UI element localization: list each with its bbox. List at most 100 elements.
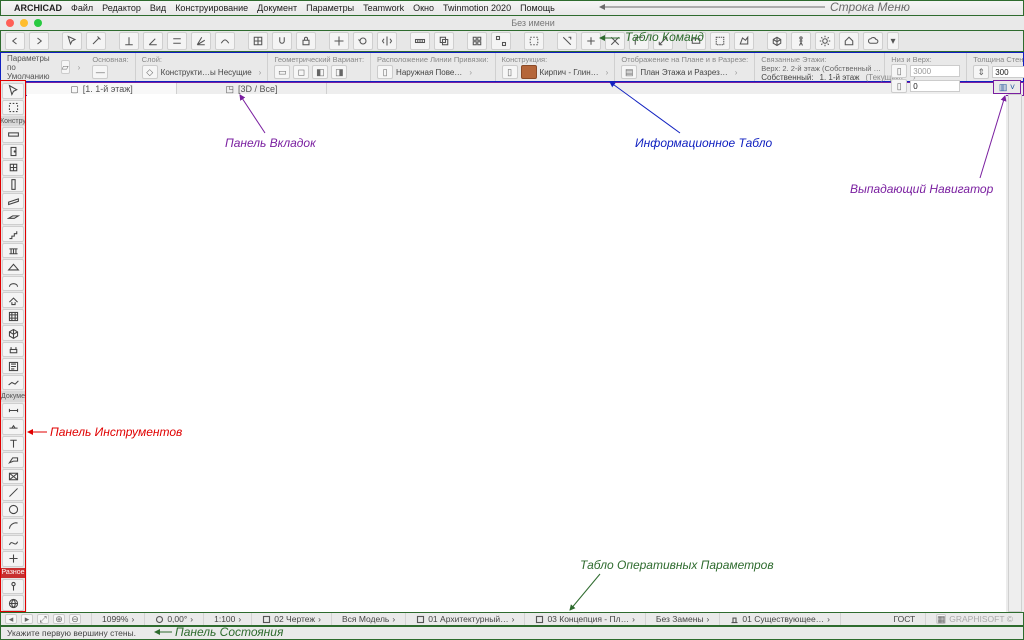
- roof-tool[interactable]: [2, 259, 24, 275]
- zoom-value[interactable]: 1099%: [102, 614, 128, 624]
- label-tool[interactable]: [2, 452, 24, 468]
- stair-tool[interactable]: [2, 226, 24, 242]
- rotate-button[interactable]: [353, 32, 373, 50]
- qb-i2[interactable]: ▸: [21, 614, 33, 624]
- object-tool[interactable]: [2, 342, 24, 358]
- defaults-caret-icon[interactable]: [74, 63, 81, 72]
- grid-button[interactable]: [248, 32, 268, 50]
- layer-icon[interactable]: ◇: [142, 65, 158, 79]
- skylight-tool[interactable]: [2, 292, 24, 308]
- bisector-button[interactable]: [191, 32, 211, 50]
- close-icon[interactable]: [6, 19, 14, 27]
- info-constr-value[interactable]: Кирпич - Глин…: [540, 68, 599, 77]
- fill-tool[interactable]: [2, 469, 24, 485]
- menu-teamwork[interactable]: Teamwork: [363, 3, 404, 13]
- ref-icon[interactable]: ▯: [377, 65, 393, 79]
- fillet-button[interactable]: [629, 32, 649, 50]
- eyedrop-button[interactable]: [86, 32, 106, 50]
- drawing-canvas[interactable]: [27, 94, 1006, 612]
- lock-button[interactable]: [296, 32, 316, 50]
- menu-view[interactable]: Вид: [150, 3, 166, 13]
- beam-tool[interactable]: [2, 193, 24, 209]
- qi-override[interactable]: Без Замены: [656, 614, 704, 624]
- tb-top-icon[interactable]: ▯: [891, 64, 907, 78]
- ungroup-button[interactable]: [491, 32, 511, 50]
- angle-guide-button[interactable]: [143, 32, 163, 50]
- level-tool[interactable]: [2, 419, 24, 435]
- cloud-dd-button[interactable]: ▾: [887, 32, 899, 50]
- column-tool[interactable]: [2, 177, 24, 193]
- morph-tool[interactable]: [2, 325, 24, 341]
- vertical-scrollbar[interactable]: [1008, 94, 1022, 612]
- trace-button[interactable]: [434, 32, 454, 50]
- undo-button[interactable]: [5, 32, 25, 50]
- qb-i3[interactable]: ⤢: [37, 614, 49, 624]
- geom-opt1[interactable]: ▭: [274, 65, 290, 79]
- line-tool[interactable]: [2, 485, 24, 501]
- mesh-tool[interactable]: [2, 375, 24, 391]
- geom-opt2[interactable]: ◻: [293, 65, 309, 79]
- group-button[interactable]: [467, 32, 487, 50]
- info-layer-value[interactable]: Конструкти…ы Несущие: [161, 68, 252, 77]
- arc-tool[interactable]: [2, 518, 24, 534]
- resize-button[interactable]: [653, 32, 673, 50]
- drag-button[interactable]: [329, 32, 349, 50]
- qb-i1[interactable]: ◂: [5, 614, 17, 624]
- parallel-guide-button[interactable]: [167, 32, 187, 50]
- adjust-button[interactable]: [581, 32, 601, 50]
- fence-button[interactable]: [710, 32, 730, 50]
- qi-concept[interactable]: 03 Концепция - Пл…: [547, 614, 629, 624]
- info-ref-value[interactable]: Наружная Пове…: [396, 68, 462, 77]
- qi-model[interactable]: Вся Модель: [342, 614, 389, 624]
- minimize-icon[interactable]: [20, 19, 28, 27]
- suspend-button[interactable]: [524, 32, 544, 50]
- shell-tool[interactable]: [2, 276, 24, 292]
- menu-window[interactable]: Окно: [413, 3, 434, 13]
- menu-document[interactable]: Документ: [257, 3, 297, 13]
- door-tool[interactable]: [2, 144, 24, 160]
- hotspot-tool[interactable]: [2, 551, 24, 567]
- wall-tool[interactable]: [2, 127, 24, 143]
- railing-tool[interactable]: [2, 243, 24, 259]
- menu-help[interactable]: Помощь: [520, 3, 555, 13]
- menu-design[interactable]: Конструирование: [175, 3, 248, 13]
- info-main-icon[interactable]: —: [92, 65, 108, 79]
- spline-tool[interactable]: [2, 535, 24, 551]
- tb-bot-input[interactable]: [910, 80, 960, 92]
- dimension-tool[interactable]: [2, 403, 24, 419]
- grid-element-tool[interactable]: [2, 579, 24, 595]
- sun-button[interactable]: [815, 32, 835, 50]
- offset-button[interactable]: [215, 32, 235, 50]
- info-floors-own-value[interactable]: 1. 1-й этаж: [820, 73, 860, 82]
- arrow-tool[interactable]: [2, 83, 24, 99]
- info-floors-top[interactable]: Верх: 2. 2-й этаж (Собственный …: [761, 64, 878, 73]
- plan-icon[interactable]: ▤: [621, 65, 637, 79]
- circle-tool[interactable]: [2, 502, 24, 518]
- qb-i4[interactable]: ⊕: [53, 614, 65, 624]
- ruler-button[interactable]: [410, 32, 430, 50]
- qi-arch[interactable]: 01 Архитектурный…: [428, 614, 508, 624]
- zone-tool[interactable]: [2, 358, 24, 374]
- view3d-button[interactable]: [767, 32, 787, 50]
- navigator-popup-button[interactable]: ▥ ˅: [993, 80, 1021, 94]
- globe-tool[interactable]: [2, 595, 24, 611]
- pointer-button[interactable]: [62, 32, 82, 50]
- window-tool[interactable]: [2, 160, 24, 176]
- mirror-button[interactable]: [377, 32, 397, 50]
- curtainwall-tool[interactable]: [2, 309, 24, 325]
- snap-button[interactable]: [272, 32, 292, 50]
- intersect-button[interactable]: [605, 32, 625, 50]
- perp-guide-button[interactable]: [119, 32, 139, 50]
- thick-icon[interactable]: ⇕: [973, 65, 989, 79]
- walk-button[interactable]: [791, 32, 811, 50]
- slab-tool[interactable]: [2, 210, 24, 226]
- cloud-button[interactable]: [863, 32, 883, 50]
- qi-draft[interactable]: 02 Чертеж: [274, 614, 315, 624]
- qb-i5[interactable]: ⊖: [69, 614, 81, 624]
- maximize-icon[interactable]: [34, 19, 42, 27]
- marquee-tool[interactable]: [2, 100, 24, 116]
- qi-existing[interactable]: 01 Существующее…: [742, 614, 824, 624]
- gost-label[interactable]: ГОСТ: [893, 614, 915, 624]
- split-button[interactable]: [557, 32, 577, 50]
- home-button[interactable]: [839, 32, 859, 50]
